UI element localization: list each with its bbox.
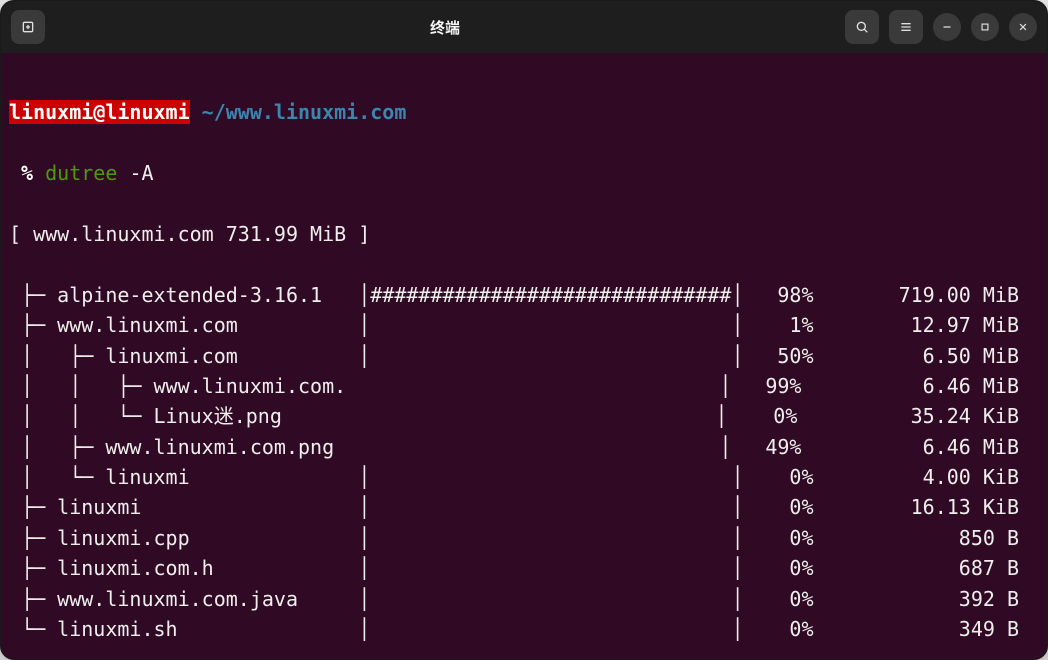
row-bar: │ │ — [346, 614, 743, 644]
output-row: ├─ www.linuxmi.com │ │ 1%12.97 MiB — [9, 310, 1021, 340]
row-size: 719.00 MiB — [814, 280, 1021, 310]
row-size: 6.46 MiB — [801, 371, 1021, 401]
output-row: │ │ ├─ www.linuxmi.com. │ 99%6.46 MiB — [9, 371, 1021, 401]
output-row: │ ├─ linuxmi.com │ │ 50%6.50 MiB — [9, 341, 1021, 371]
row-bar: │ │ — [346, 462, 743, 492]
row-name: ├─ linuxmi — [9, 492, 346, 522]
minimize-button[interactable] — [933, 13, 961, 41]
row-percent: 0% — [744, 523, 814, 553]
row-size: 392 B — [814, 584, 1021, 614]
new-tab-button[interactable] — [11, 10, 45, 44]
output-row: │ │ └─ Linux迷.png │ 0%35.24 KiB — [9, 401, 1021, 431]
window-title: 终端 — [45, 17, 845, 38]
output-row: ├─ linuxmi.cpp │ │ 0%850 B — [9, 523, 1021, 553]
menu-button[interactable] — [889, 10, 923, 44]
command-name: dutree — [45, 161, 117, 185]
row-percent: 50% — [744, 341, 814, 371]
row-bar: │ — [346, 432, 731, 462]
row-percent: 0% — [744, 553, 814, 583]
output-rows: ├─ alpine-extended-3.16.1 │#############… — [9, 280, 1047, 645]
row-name: ├─ linuxmi.cpp — [9, 523, 346, 553]
prompt-symbol: % — [21, 161, 33, 185]
row-bar: │ │ — [346, 523, 743, 553]
row-percent: 99% — [731, 371, 801, 401]
row-name: ├─ www.linuxmi.com.java — [9, 584, 346, 614]
row-bar: │ — [342, 401, 727, 431]
row-name: │ │ ├─ www.linuxmi.com. — [9, 371, 346, 401]
output-row: │ └─ linuxmi │ │ 0%4.00 KiB — [9, 462, 1021, 492]
row-name: │ │ └─ Linux迷.png — [9, 401, 342, 431]
output-header: [ www.linuxmi.com 731.99 MiB ] — [9, 219, 1047, 249]
titlebar: 终端 — [1, 1, 1047, 53]
row-name: ├─ linuxmi.com.h — [9, 553, 346, 583]
row-name: ├─ alpine-extended-3.16.1 — [9, 280, 346, 310]
output-row: ├─ www.linuxmi.com.java │ │ 0%392 B — [9, 584, 1021, 614]
row-percent: 49% — [731, 432, 801, 462]
row-bar: │ │ — [346, 584, 743, 614]
row-name: │ ├─ www.linuxmi.com.png — [9, 432, 346, 462]
row-size: 12.97 MiB — [814, 310, 1021, 340]
row-bar: │ — [346, 371, 731, 401]
row-size: 349 B — [814, 614, 1021, 644]
row-size: 687 B — [814, 553, 1021, 583]
row-bar: │ │ — [346, 553, 743, 583]
row-size: 850 B — [814, 523, 1021, 553]
prompt-path: ~/www.linuxmi.com — [202, 100, 407, 124]
terminal-window: 终端 — [0, 0, 1048, 660]
row-size: 4.00 KiB — [814, 462, 1021, 492]
row-size: 16.13 KiB — [814, 492, 1021, 522]
prompt-line-1: linuxmi@linuxmi ~/www.linuxmi.com — [9, 97, 1047, 127]
prompt-host: linuxmi@linuxmi — [9, 100, 190, 124]
row-name: │ └─ linuxmi — [9, 462, 346, 492]
command-line: % dutree -A — [9, 158, 1047, 188]
row-name: │ ├─ linuxmi.com — [9, 341, 346, 371]
output-row: ├─ linuxmi.com.h │ │ 0%687 B — [9, 553, 1021, 583]
output-row: │ ├─ www.linuxmi.com.png │ 49%6.46 MiB — [9, 432, 1021, 462]
row-percent: 0% — [744, 492, 814, 522]
output-row: └─ linuxmi.sh │ │ 0%349 B — [9, 614, 1021, 644]
row-size: 6.50 MiB — [814, 341, 1021, 371]
row-percent: 0% — [744, 584, 814, 614]
row-percent: 0% — [727, 401, 797, 431]
row-bar: │##############################│ — [346, 280, 743, 310]
row-name: └─ linuxmi.sh — [9, 614, 346, 644]
row-percent: 98% — [744, 280, 814, 310]
command-args: -A — [129, 161, 153, 185]
maximize-button[interactable] — [971, 13, 999, 41]
output-row: ├─ linuxmi │ │ 0%16.13 KiB — [9, 492, 1021, 522]
terminal-body[interactable]: linuxmi@linuxmi ~/www.linuxmi.com % dutr… — [1, 53, 1047, 659]
row-percent: 0% — [744, 614, 814, 644]
row-percent: 0% — [744, 462, 814, 492]
row-name: ├─ www.linuxmi.com — [9, 310, 346, 340]
row-size: 35.24 KiB — [797, 401, 1021, 431]
row-bar: │ │ — [346, 310, 743, 340]
output-row: ├─ alpine-extended-3.16.1 │#############… — [9, 280, 1021, 310]
search-button[interactable] — [845, 10, 879, 44]
row-percent: 1% — [744, 310, 814, 340]
close-button[interactable] — [1009, 13, 1037, 41]
row-size: 6.46 MiB — [801, 432, 1021, 462]
row-bar: │ │ — [346, 341, 743, 371]
row-bar: │ │ — [346, 492, 743, 522]
